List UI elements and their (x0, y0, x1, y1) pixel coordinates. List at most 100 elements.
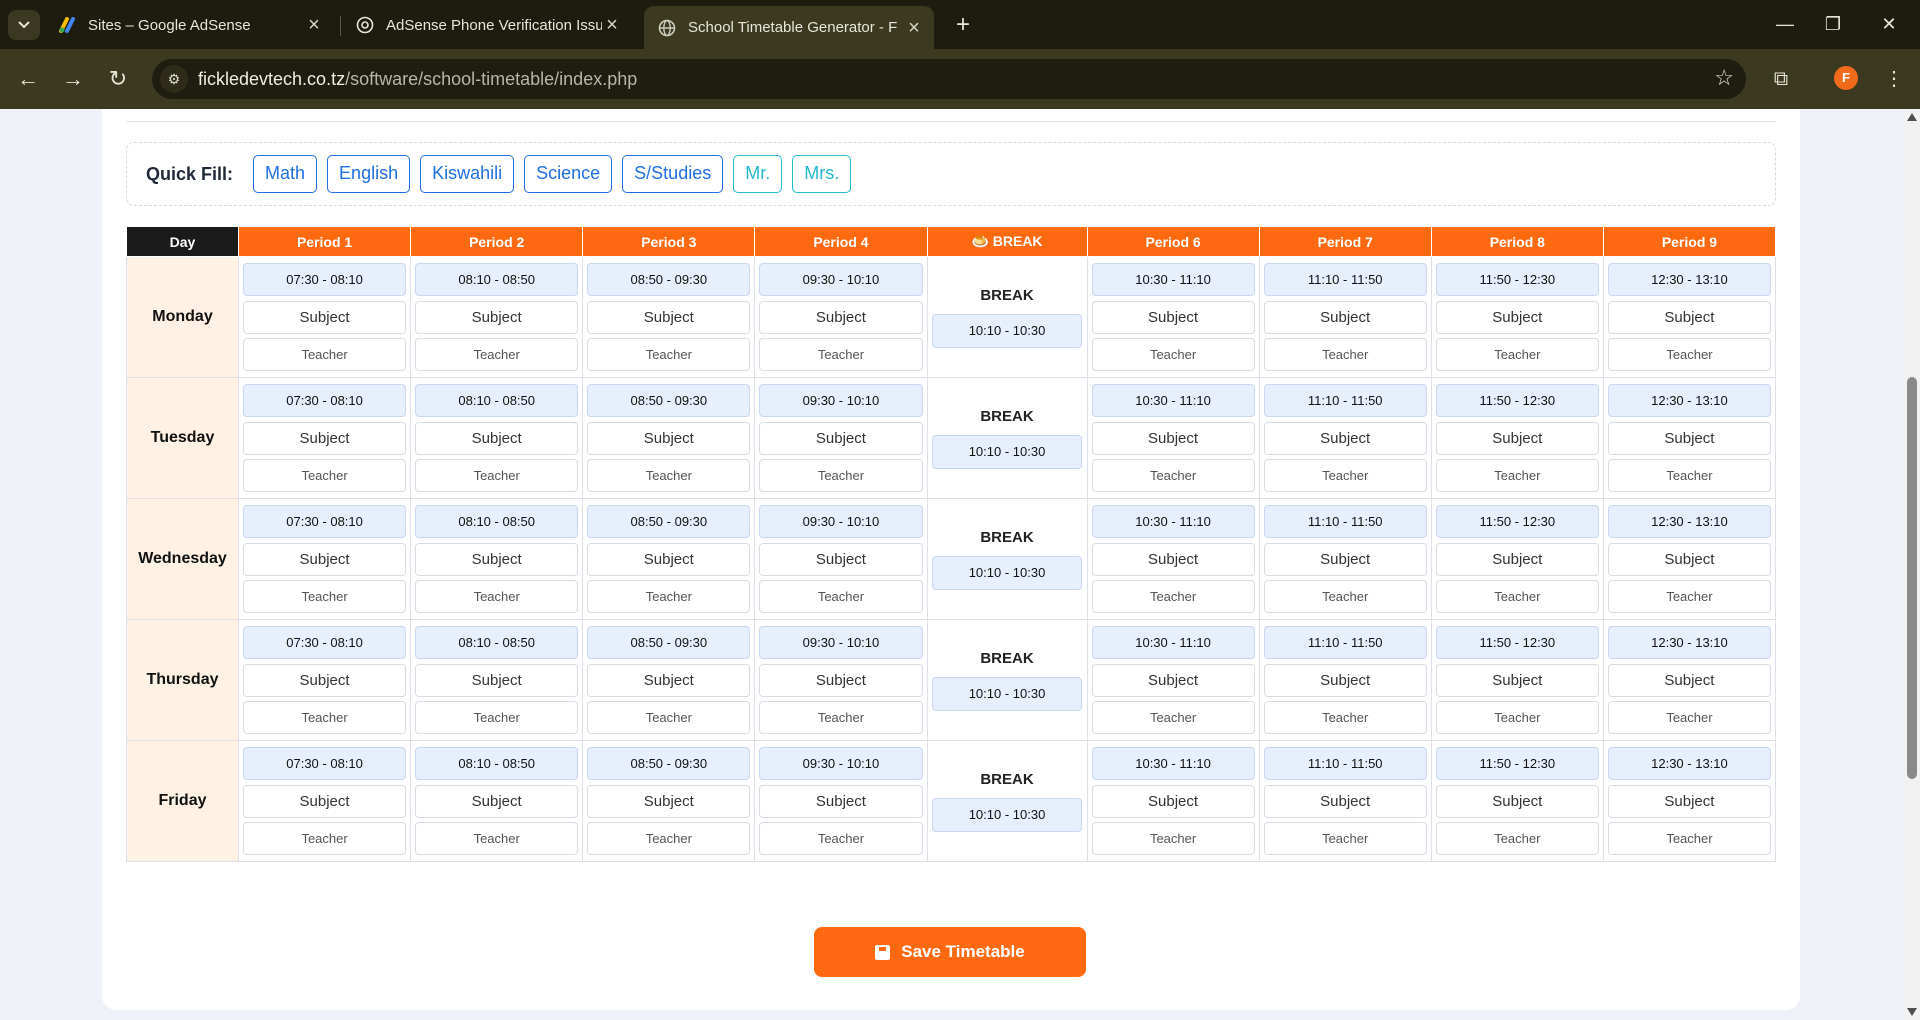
subject-input[interactable]: Subject (759, 784, 923, 818)
teacher-input[interactable]: Teacher (415, 701, 579, 734)
teacher-input[interactable]: Teacher (1607, 701, 1771, 734)
close-icon[interactable]: × (904, 18, 924, 38)
period-time-input[interactable]: 11:10 - 11:50 (1263, 505, 1427, 538)
teacher-input[interactable]: Teacher (759, 459, 923, 492)
subject-input[interactable]: Subject (759, 542, 923, 576)
subject-input[interactable]: Subject (243, 663, 407, 697)
teacher-input[interactable]: Teacher (415, 459, 579, 492)
period-time-input[interactable]: 11:50 - 12:30 (1435, 384, 1599, 417)
period-time-input[interactable]: 10:30 - 11:10 (1091, 747, 1255, 780)
teacher-input[interactable]: Teacher (415, 822, 579, 855)
subject-input[interactable]: Subject (243, 542, 407, 576)
tab-adsense-sites[interactable]: Sites – Google AdSense × (44, 6, 334, 44)
subject-input[interactable]: Subject (587, 421, 751, 455)
teacher-input[interactable]: Teacher (1091, 822, 1255, 855)
quick-fill-math[interactable]: Math (253, 155, 318, 193)
quick-fill-social-studies[interactable]: S/Studies (622, 155, 724, 193)
period-time-input[interactable]: 08:50 - 09:30 (587, 384, 751, 417)
subject-input[interactable]: Subject (1091, 784, 1255, 818)
quick-fill-kiswahili[interactable]: Kiswahili (420, 155, 515, 193)
subject-input[interactable]: Subject (1607, 542, 1771, 576)
period-time-input[interactable]: 09:30 - 10:10 (759, 263, 923, 296)
subject-input[interactable]: Subject (587, 784, 751, 818)
teacher-input[interactable]: Teacher (1607, 338, 1771, 371)
teacher-input[interactable]: Teacher (759, 580, 923, 613)
break-time-input[interactable]: 10:10 - 10:30 (932, 555, 1082, 590)
period-time-input[interactable]: 08:50 - 09:30 (587, 505, 751, 538)
teacher-input[interactable]: Teacher (759, 338, 923, 371)
teacher-input[interactable]: Teacher (587, 822, 751, 855)
quick-fill-english[interactable]: English (327, 155, 411, 193)
period-time-input[interactable]: 07:30 - 08:10 (243, 626, 407, 659)
subject-input[interactable]: Subject (415, 542, 579, 576)
period-time-input[interactable]: 08:10 - 08:50 (415, 747, 579, 780)
period-time-input[interactable]: 09:30 - 10:10 (759, 384, 923, 417)
profile-avatar[interactable]: F (1834, 66, 1858, 90)
subject-input[interactable]: Subject (1263, 663, 1427, 697)
period-time-input[interactable]: 09:30 - 10:10 (759, 747, 923, 780)
period-time-input[interactable]: 07:30 - 08:10 (243, 505, 407, 538)
period-time-input[interactable]: 08:10 - 08:50 (415, 384, 579, 417)
teacher-input[interactable]: Teacher (1263, 338, 1427, 371)
period-time-input[interactable]: 11:50 - 12:30 (1435, 263, 1599, 296)
period-time-input[interactable]: 10:30 - 11:10 (1091, 263, 1255, 296)
scroll-up-arrow-icon[interactable] (1907, 113, 1917, 121)
subject-input[interactable]: Subject (1607, 300, 1771, 334)
subject-input[interactable]: Subject (1091, 421, 1255, 455)
break-time-input[interactable]: 10:10 - 10:30 (932, 797, 1082, 832)
teacher-input[interactable]: Teacher (1607, 459, 1771, 492)
subject-input[interactable]: Subject (1607, 421, 1771, 455)
subject-input[interactable]: Subject (1435, 663, 1599, 697)
period-time-input[interactable]: 10:30 - 11:10 (1091, 384, 1255, 417)
subject-input[interactable]: Subject (759, 421, 923, 455)
site-settings-icon[interactable]: ⚙ (160, 65, 188, 93)
url-text[interactable]: fickledevtech.co.tz/software/school-time… (198, 69, 637, 90)
teacher-input[interactable]: Teacher (1435, 822, 1599, 855)
break-time-input[interactable]: 10:10 - 10:30 (932, 434, 1082, 469)
period-time-input[interactable]: 08:10 - 08:50 (415, 263, 579, 296)
forward-icon[interactable]: → (57, 63, 89, 95)
period-time-input[interactable]: 09:30 - 10:10 (759, 505, 923, 538)
subject-input[interactable]: Subject (1435, 542, 1599, 576)
bookmark-star-icon[interactable]: ☆ (1714, 65, 1734, 91)
address-bar[interactable]: ⚙ fickledevtech.co.tz/software/school-ti… (152, 59, 1746, 99)
quick-fill-science[interactable]: Science (524, 155, 613, 193)
teacher-input[interactable]: Teacher (243, 459, 407, 492)
restore-button[interactable]: ❐ (1810, 8, 1856, 40)
teacher-input[interactable]: Teacher (759, 701, 923, 734)
subject-input[interactable]: Subject (1263, 542, 1427, 576)
teacher-input[interactable]: Teacher (587, 338, 751, 371)
tab-search-button[interactable] (8, 10, 40, 40)
teacher-input[interactable]: Teacher (1435, 701, 1599, 734)
close-icon[interactable]: × (304, 15, 324, 35)
period-time-input[interactable]: 12:30 - 13:10 (1607, 384, 1771, 417)
period-time-input[interactable]: 08:50 - 09:30 (587, 626, 751, 659)
page-scrollbar[interactable] (1904, 109, 1920, 1020)
subject-input[interactable]: Subject (415, 663, 579, 697)
scrollbar-thumb[interactable] (1907, 377, 1917, 779)
period-time-input[interactable]: 11:50 - 12:30 (1435, 626, 1599, 659)
teacher-input[interactable]: Teacher (415, 580, 579, 613)
teacher-input[interactable]: Teacher (1435, 459, 1599, 492)
browser-menu-icon[interactable]: ⋮ (1880, 63, 1908, 95)
teacher-input[interactable]: Teacher (1607, 822, 1771, 855)
subject-input[interactable]: Subject (243, 421, 407, 455)
period-time-input[interactable]: 12:30 - 13:10 (1607, 626, 1771, 659)
period-time-input[interactable]: 11:10 - 11:50 (1263, 747, 1427, 780)
teacher-input[interactable]: Teacher (1263, 701, 1427, 734)
subject-input[interactable]: Subject (1091, 300, 1255, 334)
period-time-input[interactable]: 11:10 - 11:50 (1263, 626, 1427, 659)
quick-fill-mr[interactable]: Mr. (733, 155, 783, 193)
teacher-input[interactable]: Teacher (1091, 701, 1255, 734)
period-time-input[interactable]: 12:30 - 13:10 (1607, 263, 1771, 296)
period-time-input[interactable]: 12:30 - 13:10 (1607, 747, 1771, 780)
tab-timetable[interactable]: School Timetable Generator - F × (644, 6, 934, 49)
new-tab-button[interactable]: + (948, 10, 978, 40)
period-time-input[interactable]: 11:50 - 12:30 (1435, 505, 1599, 538)
reload-icon[interactable]: ↻ (102, 63, 134, 95)
teacher-input[interactable]: Teacher (1263, 822, 1427, 855)
subject-input[interactable]: Subject (1607, 784, 1771, 818)
teacher-input[interactable]: Teacher (1091, 338, 1255, 371)
subject-input[interactable]: Subject (415, 421, 579, 455)
subject-input[interactable]: Subject (415, 300, 579, 334)
